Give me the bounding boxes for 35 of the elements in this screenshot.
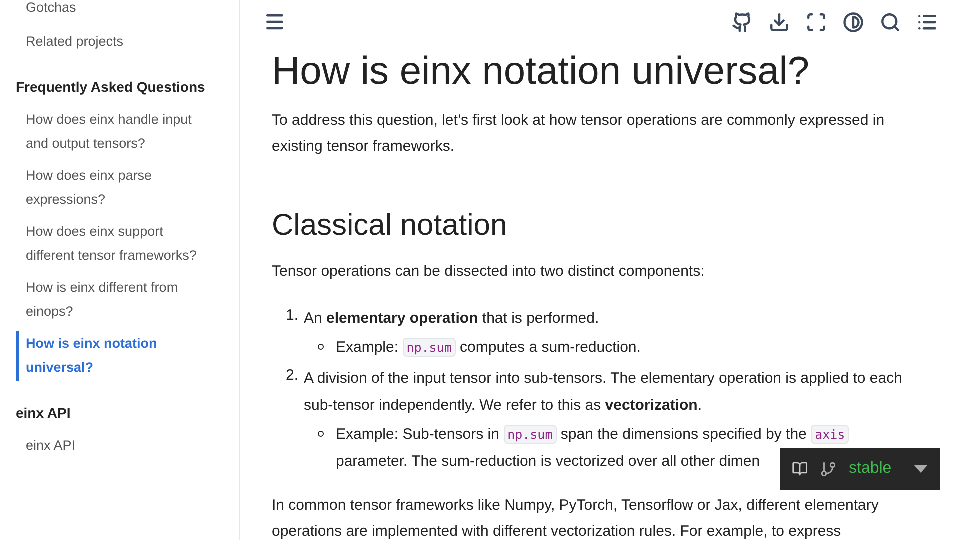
- list-number: 2.: [286, 366, 300, 386]
- sidebar-link[interactable]: How does einx handle input and output tensors?: [16, 107, 211, 157]
- branch-icon: [820, 460, 837, 478]
- bullet-icon: [318, 431, 324, 437]
- caret-icon: [914, 465, 928, 473]
- search-icon[interactable]: [880, 12, 901, 32]
- bullet-icon: [318, 344, 324, 350]
- page-title: How is einx notation universal?: [272, 49, 811, 95]
- body-paragraph: In common tensor frameworks like Numpy, PyTorch, Tensorflow or Jax, different elementary operations are implemented with different vectorization rules. For example, to express: [272, 496, 880, 540]
- sidebar-link[interactable]: Gotchas: [16, 0, 211, 21]
- book-icon: [792, 461, 808, 477]
- inline-code: np.sum: [402, 338, 456, 357]
- sidebar-link[interactable]: How is einx notation universal?: [16, 331, 211, 381]
- section-heading: Classical notation: [272, 208, 508, 244]
- contrast-icon[interactable]: [843, 12, 864, 32]
- sidebar-section-title: Frequently Asked Questions: [16, 78, 206, 97]
- sidebar-link[interactable]: How does einx parse expressions?: [16, 163, 211, 213]
- sidebar-link[interactable]: einx API: [16, 433, 211, 459]
- list-item-text: Example: np.sum computes a sum-reduction.: [336, 337, 641, 359]
- sidebar-section-title: einx API: [16, 404, 72, 423]
- list-item-text: A division of the input tensor into sub-tensors. The elementary operation is applied to each sub-tensor independently. We refer to this as vectorization.: [304, 369, 904, 416]
- lead-paragraph: Tensor operations can be dissected into two distinct components:: [272, 262, 706, 282]
- list-item-text: An elementary operation that is performed.: [304, 309, 600, 329]
- list-number: 1.: [286, 306, 300, 326]
- inline-code: axis: [811, 425, 850, 444]
- github-icon[interactable]: [732, 12, 753, 32]
- inline-code: np.sum: [504, 425, 557, 444]
- fullscreen-icon[interactable]: [806, 12, 827, 32]
- sidebar-link[interactable]: How is einx different from einops?: [16, 275, 211, 325]
- version-label: stable: [849, 459, 892, 479]
- intro-paragraph: To address this question, let’s first look at how tensor operations are commonly expressed in existing tensor frameworks.: [272, 111, 886, 157]
- sidebar-link[interactable]: Related projects: [16, 29, 211, 55]
- version-switcher[interactable]: stable: [780, 448, 940, 490]
- sidebar-link[interactable]: How does einx support different tensor frameworks?: [16, 219, 211, 269]
- download-icon[interactable]: [769, 12, 790, 32]
